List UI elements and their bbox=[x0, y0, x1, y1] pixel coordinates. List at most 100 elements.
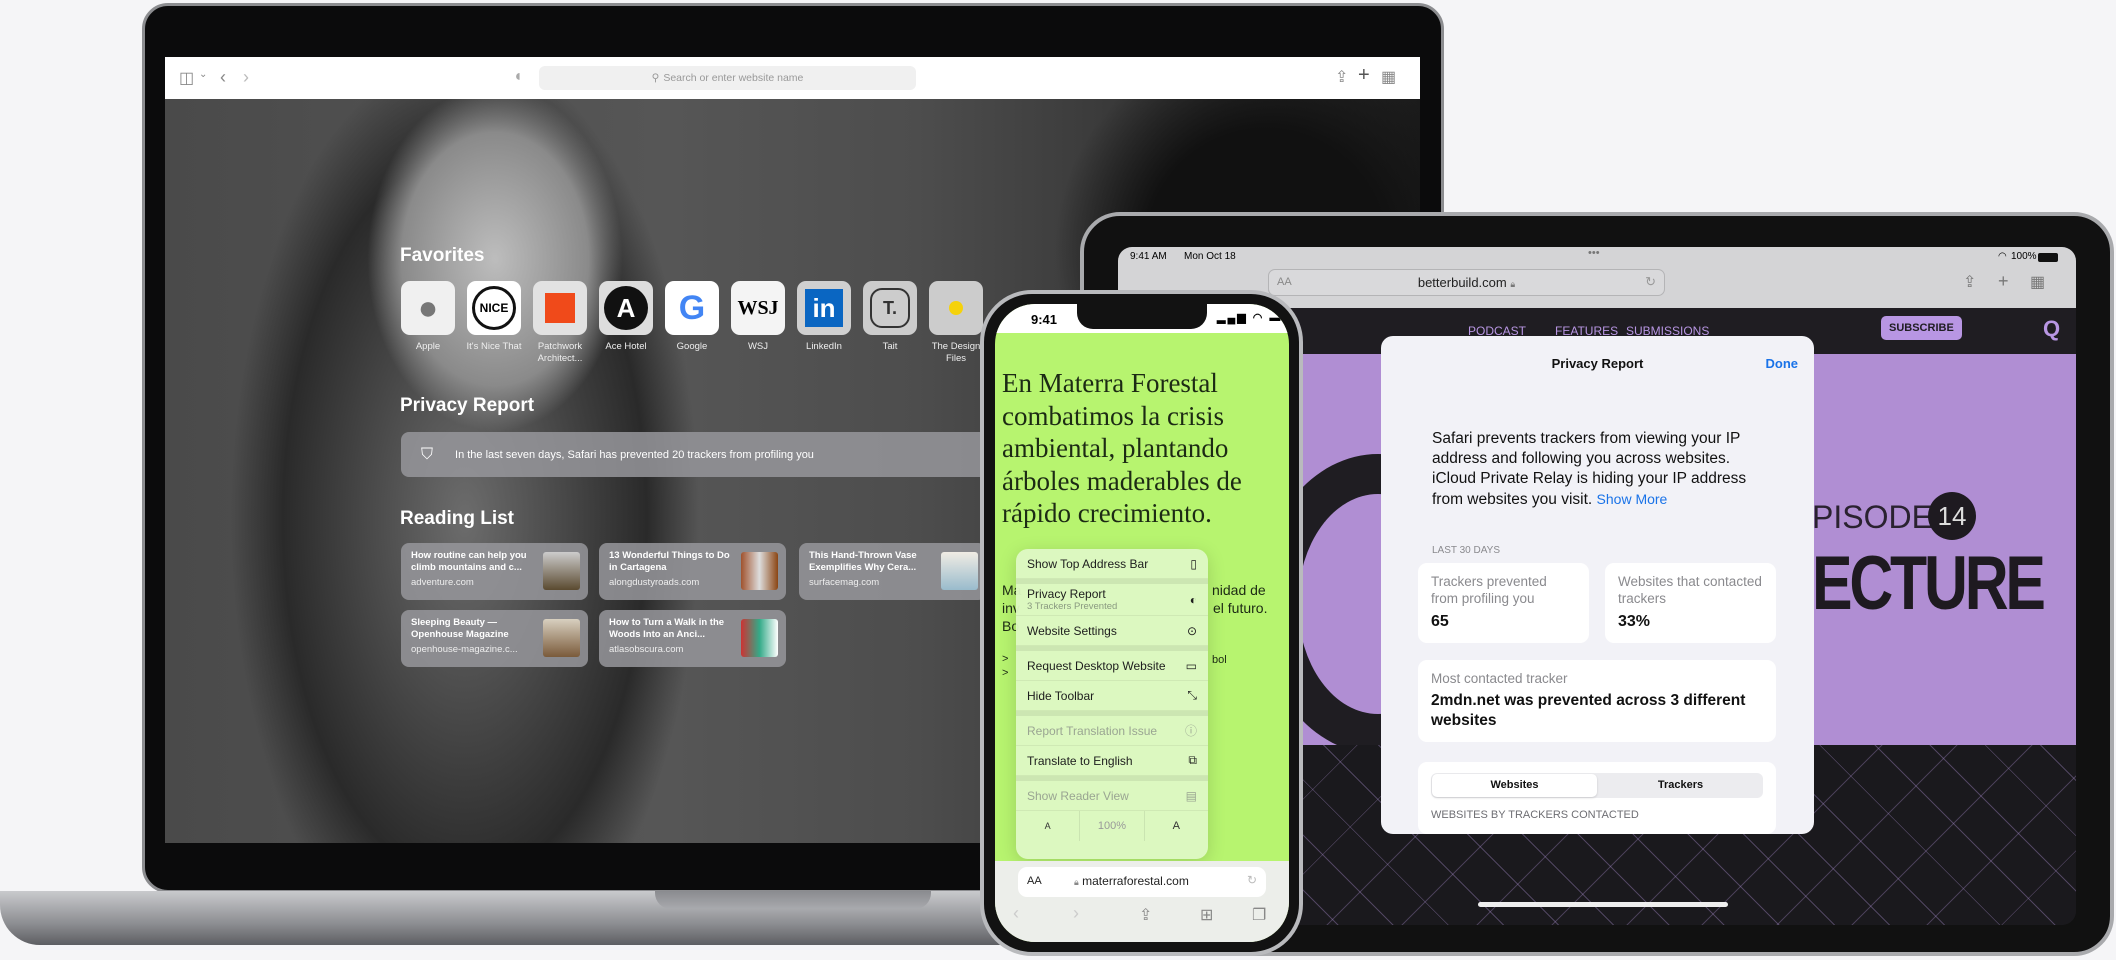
tabs-icon[interactable]: ❐ bbox=[1252, 905, 1266, 925]
menu-item-translate-to-english[interactable]: Translate to English ⧉ bbox=[1016, 746, 1208, 776]
segment-trackers[interactable]: Trackers bbox=[1598, 773, 1763, 798]
menu-item-label: Website Settings bbox=[1027, 623, 1117, 638]
tait-logo-icon: T. bbox=[863, 281, 917, 335]
mac-toolbar: ◫ ⌄ ‹ › ◖ ⚲ Search or enter website name … bbox=[165, 57, 1420, 99]
segment-websites[interactable]: Websites bbox=[1432, 774, 1597, 797]
apple-logo-icon: ● bbox=[401, 281, 455, 335]
favorite-label: LinkedIn bbox=[806, 341, 842, 352]
reading-list-item[interactable]: Sleeping Beauty — Openhouse Magazine open… bbox=[401, 610, 588, 667]
plus-icon[interactable]: + bbox=[1998, 271, 2009, 292]
reading-list-item[interactable]: How to Turn a Walk in the Woods Into an … bbox=[599, 610, 786, 667]
share-icon[interactable]: ⇪ bbox=[1335, 67, 1348, 87]
favorite-google[interactable]: G Google bbox=[665, 281, 731, 353]
macbook-notch bbox=[655, 891, 931, 909]
segmented-control: Websites Trackers bbox=[1431, 773, 1763, 798]
lock-icon: 🔒︎ bbox=[1074, 877, 1079, 887]
plus-icon[interactable]: + bbox=[1358, 64, 1370, 87]
reload-icon[interactable]: ↻ bbox=[1247, 873, 1257, 887]
menu-item-label: Hide Toolbar bbox=[1027, 688, 1095, 703]
menu-item-label: Privacy Report bbox=[1027, 587, 1106, 601]
logo-mark: T. bbox=[870, 288, 910, 328]
item-thumbnail bbox=[741, 619, 778, 657]
reload-icon[interactable]: ↻ bbox=[1645, 274, 1656, 290]
item-title: How to Turn a Walk in the Woods Into an … bbox=[609, 617, 725, 640]
most-contacted-card[interactable]: Most contacted tracker 2mdn.net was prev… bbox=[1418, 660, 1776, 742]
menu-item-show-top-address-bar[interactable]: Show Top Address Bar ▯ bbox=[1016, 549, 1208, 579]
menu-item-website-settings[interactable]: Website Settings ⊙ bbox=[1016, 616, 1208, 646]
menu-item-privacy-report[interactable]: Privacy Report 3 Trackers Prevented ◐ bbox=[1016, 584, 1208, 616]
zoom-level: 100% bbox=[1079, 811, 1145, 841]
reading-list-item[interactable]: 13 Wonderful Things to Do in Cartagena al… bbox=[599, 543, 786, 600]
multitask-dots-icon[interactable]: ••• bbox=[1588, 247, 1600, 259]
translate-icon: ⧉ bbox=[1188, 753, 1197, 767]
website-settings-icon: ⊙ bbox=[1186, 623, 1197, 638]
url-text: betterbuild.com bbox=[1417, 275, 1507, 290]
iphone-address-bar[interactable]: AA 🔒︎ materraforestal.com ↻ bbox=[1018, 867, 1266, 897]
status-date: Mon Oct 18 bbox=[1184, 251, 1236, 262]
favorite-wsj[interactable]: WSJ WSJ bbox=[731, 281, 797, 353]
subscribe-button[interactable]: SUBSCRIBE bbox=[1881, 316, 1962, 340]
favorite-linkedin[interactable]: in LinkedIn bbox=[797, 281, 863, 353]
favorite-ace[interactable]: A Ace Hotel bbox=[599, 281, 665, 353]
shield-icon: ⛉ bbox=[421, 445, 434, 463]
zoom-in-button[interactable]: A bbox=[1145, 820, 1208, 832]
sidebar-icon[interactable]: ◫ bbox=[179, 68, 194, 88]
favorite-label: Apple bbox=[415, 341, 441, 352]
forward-icon[interactable]: › bbox=[1073, 903, 1079, 924]
stat-label: Websites that contacted trackers bbox=[1618, 574, 1762, 606]
forward-icon[interactable]: › bbox=[243, 67, 249, 88]
shield-icon[interactable]: ◖ bbox=[513, 68, 523, 86]
stat-value: 65 bbox=[1431, 613, 1449, 630]
reading-list-item[interactable]: How routine can help you climb mountains… bbox=[401, 543, 588, 600]
stat-label: Trackers prevented from profiling you bbox=[1431, 574, 1547, 606]
stat-websites-card: Websites that contacted trackers 33% bbox=[1605, 563, 1776, 643]
battery-percent: 100% bbox=[2011, 251, 2037, 262]
back-icon[interactable]: ‹ bbox=[1013, 903, 1019, 924]
favorite-orange-square[interactable]: Patchwork Architect... bbox=[533, 281, 599, 365]
text-size-button[interactable]: AA bbox=[1027, 875, 1042, 887]
status-time: 9:41 AM bbox=[1130, 251, 1167, 262]
menu-item-show-reader-view[interactable]: Show Reader View ▤ bbox=[1016, 781, 1208, 811]
menu-item-request-desktop-website[interactable]: Request Desktop Website ▭ bbox=[1016, 651, 1208, 681]
notch bbox=[1077, 304, 1207, 329]
home-indicator bbox=[1478, 902, 1728, 907]
search-icon[interactable]: Q bbox=[2043, 316, 2060, 342]
bottom-toolbar: AA 🔒︎ materraforestal.com ↻ ‹ › ⇪ ⊞ ❐ bbox=[995, 861, 1289, 942]
bookmarks-icon[interactable]: ⊞ bbox=[1200, 905, 1213, 925]
search-input[interactable]: ⚲ Search or enter website name bbox=[539, 66, 916, 90]
done-button[interactable]: Done bbox=[1766, 356, 1799, 371]
privacy-summary: In the last seven days, Safari has preve… bbox=[455, 448, 814, 461]
tabs-grid-icon[interactable]: ▦ bbox=[1381, 67, 1396, 87]
zoom-out-button[interactable]: A bbox=[1016, 821, 1079, 831]
ipad-address-bar[interactable]: AA betterbuild.com 🔒︎ ↻ bbox=[1268, 269, 1665, 296]
websites-card: Websites Trackers WEBSITES BY TRACKERS C… bbox=[1418, 762, 1776, 834]
menu-item-hide-toolbar[interactable]: Hide Toolbar ⤡ bbox=[1016, 681, 1208, 711]
logo-mark: NICE bbox=[472, 286, 516, 330]
privacy-heading: Privacy Report bbox=[400, 395, 535, 416]
privacy-report-banner[interactable]: ⛉ In the last seven days, Safari has pre… bbox=[401, 432, 1001, 477]
favorite-label: Google bbox=[676, 341, 708, 352]
item-title: This Hand-Thrown Vase Exemplifies Why Ce… bbox=[809, 550, 917, 573]
stat-trackers-card: Trackers prevented from profiling you 65 bbox=[1418, 563, 1589, 643]
menu-item-label: Show Top Address Bar bbox=[1027, 556, 1149, 571]
favorite-tait[interactable]: T. Tait bbox=[863, 281, 929, 353]
status-time: 9:41 bbox=[1031, 312, 1058, 327]
chevron-down-icon[interactable]: ⌄ bbox=[199, 69, 207, 80]
reading-list-item[interactable]: This Hand-Thrown Vase Exemplifies Why Ce… bbox=[799, 543, 986, 600]
lock-icon: 🔒︎ bbox=[1510, 279, 1516, 289]
tabs-grid-icon[interactable]: ▦ bbox=[2030, 272, 2045, 292]
favorite-apple[interactable]: ● Apple bbox=[401, 281, 467, 353]
page-headline: En Materra Forestal combatimos la crisis… bbox=[1002, 368, 1242, 528]
back-icon[interactable]: ‹ bbox=[220, 67, 226, 88]
favorite-nice[interactable]: NICE It's Nice That bbox=[467, 281, 533, 353]
search-icon: ⚲ bbox=[651, 72, 660, 84]
signal-wifi-battery-icon: ▂▄▆ ◠ ▬ bbox=[1217, 312, 1283, 324]
macbook-base bbox=[0, 891, 1120, 945]
period-label: LAST 30 DAYS bbox=[1432, 545, 1500, 556]
share-icon[interactable]: ⇪ bbox=[1139, 905, 1152, 925]
menu-item-label: Translate to English bbox=[1027, 753, 1133, 768]
menu-item-report-translation-issue[interactable]: Report Translation Issue ⓘ bbox=[1016, 716, 1208, 746]
show-more-link[interactable]: Show More bbox=[1597, 491, 1668, 507]
share-icon[interactable]: ⇪ bbox=[1963, 272, 1976, 292]
reader-icon: ▤ bbox=[1185, 788, 1197, 803]
